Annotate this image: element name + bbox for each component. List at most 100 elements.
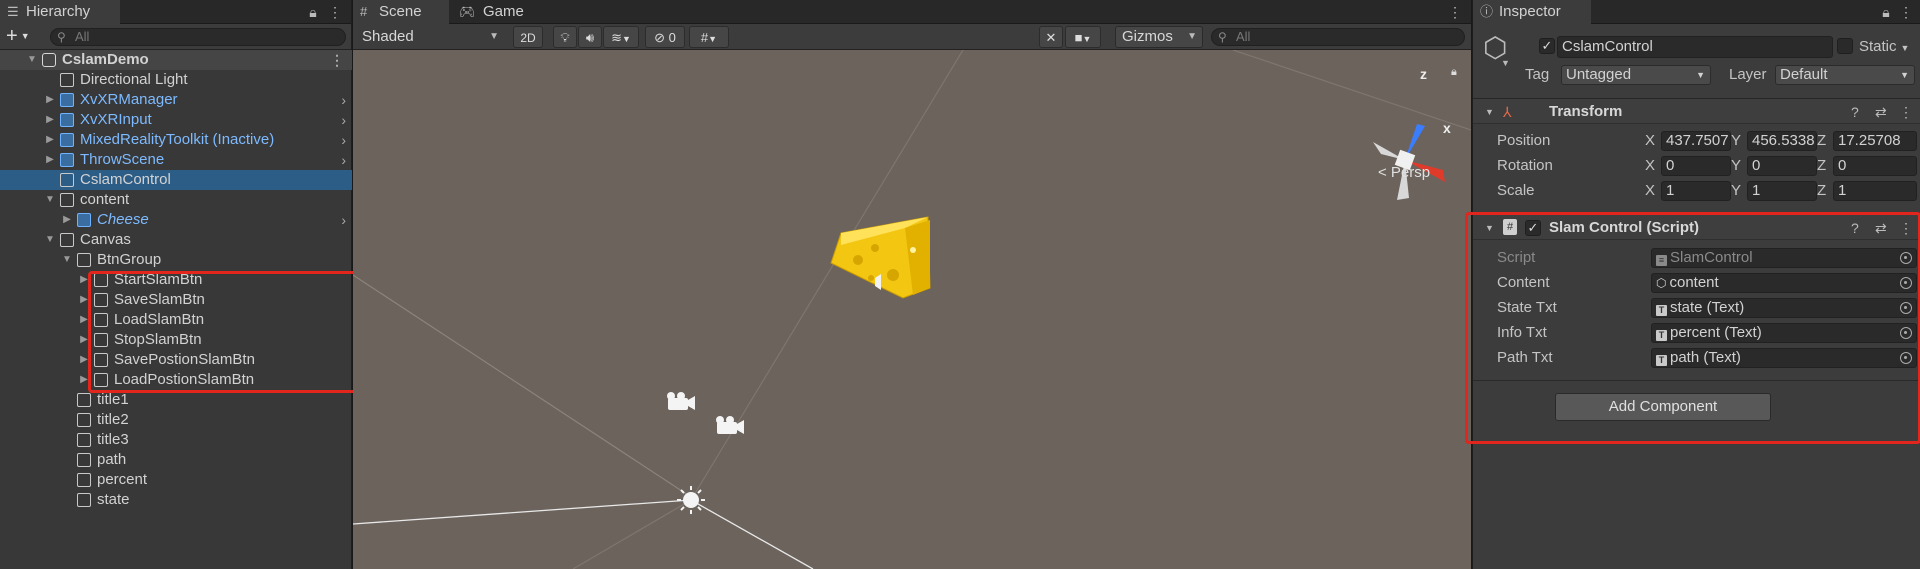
expand-arrow-open-icon[interactable]: ▼: [44, 190, 56, 210]
hierarchy-row[interactable]: ▶ ThrowScene ›: [0, 150, 352, 170]
lighting-icon[interactable]: 💡︎: [553, 26, 577, 48]
shading-dropdown[interactable]: Shaded ▼: [355, 26, 505, 48]
chevron-down-icon[interactable]: ▼: [1501, 58, 1510, 68]
scale-x-field[interactable]: 1: [1661, 181, 1731, 201]
more-menu-icon[interactable]: ⋮: [326, 0, 344, 24]
expand-arrow-open-icon[interactable]: ▼: [44, 230, 56, 250]
lock-icon[interactable]: 🔒︎: [1451, 66, 1457, 79]
position-x-axis-label[interactable]: X: [1645, 131, 1655, 151]
prefab-icon: [60, 153, 74, 167]
transform-header[interactable]: ▼ ⅄ Transform ? ⇄ ⋮: [1473, 98, 1920, 124]
scale-z-field[interactable]: 1: [1833, 181, 1917, 201]
hidden-objects-button[interactable]: ⊘ 0: [645, 26, 685, 48]
hierarchy-row[interactable]: path: [0, 450, 352, 470]
rotation-y-axis-label[interactable]: Y: [1731, 156, 1741, 176]
gizmos-dropdown[interactable]: Gizmos ▼: [1115, 26, 1203, 48]
hierarchy-row[interactable]: state: [0, 490, 352, 510]
chevron-right-icon[interactable]: ›: [341, 110, 346, 130]
tools-icon[interactable]: ✕: [1039, 26, 1063, 48]
tag-dropdown[interactable]: Untagged ▼: [1561, 65, 1711, 85]
scale-z-axis-label[interactable]: Z: [1817, 181, 1826, 201]
scene-view[interactable]: # Scene 🎮︎ Game ⋮ Shaded ▼ 2D 💡︎ 🔊︎ ≋▼ ⊘ …: [353, 0, 1471, 569]
hierarchy-row[interactable]: ▶ XvXRInput ›: [0, 110, 352, 130]
hierarchy-row[interactable]: title3: [0, 430, 352, 450]
scene-tabbar: # Scene 🎮︎ Game ⋮: [353, 0, 1471, 24]
static-dropdown[interactable]: Static ▼: [1859, 37, 1909, 58]
help-icon[interactable]: ?: [1851, 103, 1859, 121]
hierarchy-row[interactable]: ▶ Cheese ›: [0, 210, 352, 230]
chevron-right-icon[interactable]: ›: [341, 90, 346, 110]
hierarchy-row[interactable]: ▼ Canvas: [0, 230, 352, 250]
expand-arrow-closed-icon[interactable]: ▶: [44, 110, 56, 130]
add-button[interactable]: + ▼: [6, 26, 40, 48]
hierarchy-row[interactable]: title1: [0, 390, 352, 410]
camera-dropdown[interactable]: ■▼: [1065, 26, 1101, 48]
inspector-tabbar: ⓘ Inspector 🔒︎ ⋮: [1473, 0, 1920, 24]
expand-arrow-closed-icon[interactable]: ▶: [44, 150, 56, 170]
effects-dropdown[interactable]: ≋▼: [603, 26, 639, 48]
hierarchy-row[interactable]: ▶ XvXRManager ›: [0, 90, 352, 110]
lock-icon[interactable]: 🔒︎: [1877, 0, 1895, 24]
audio-icon[interactable]: 🔊︎: [578, 26, 602, 48]
tab-game[interactable]: 🎮︎ Game: [453, 0, 543, 24]
chevron-right-icon[interactable]: ›: [341, 130, 346, 150]
axis-z-label: z: [1420, 66, 1427, 82]
scene-search-input[interactable]: ⚲ All: [1211, 28, 1465, 46]
tab-inspector[interactable]: ⓘ Inspector: [1473, 0, 1591, 24]
more-menu-icon[interactable]: ⋮: [1446, 0, 1464, 24]
expand-arrow-open-icon[interactable]: ▼: [61, 250, 73, 270]
toggle-2d-button[interactable]: 2D: [513, 26, 543, 48]
hierarchy-search-input[interactable]: ⚲ All: [50, 28, 346, 46]
grid-dropdown[interactable]: #▼: [689, 26, 729, 48]
preset-icon[interactable]: ⇄: [1875, 103, 1887, 121]
tab-scene[interactable]: # Scene: [353, 0, 449, 24]
hierarchy-row[interactable]: ▼ BtnGroup: [0, 250, 352, 270]
position-z-field[interactable]: 17.25708: [1833, 131, 1917, 151]
camera-icon: [667, 392, 744, 434]
rotation-z-axis-label[interactable]: Z: [1817, 156, 1826, 176]
expand-arrow-closed-icon[interactable]: ▶: [61, 210, 73, 230]
position-y-field[interactable]: 456.5338: [1747, 131, 1817, 151]
scale-x-axis-label[interactable]: X: [1645, 181, 1655, 201]
chevron-right-icon[interactable]: ›: [341, 210, 346, 230]
more-menu-icon[interactable]: ⋮: [1897, 0, 1915, 24]
position-y-axis-label[interactable]: Y: [1731, 131, 1741, 151]
active-checkbox[interactable]: ✓: [1539, 38, 1555, 54]
more-menu-icon[interactable]: ⋮: [1899, 103, 1913, 121]
projection-toggle[interactable]: < Persp: [1378, 164, 1430, 181]
expand-arrow-closed-icon[interactable]: ▶: [44, 130, 56, 150]
prefab-icon: [60, 113, 74, 127]
expand-arrow-open-icon[interactable]: ▼: [26, 50, 38, 70]
gameobject-icon: [77, 253, 91, 267]
lock-icon[interactable]: 🔒︎: [304, 0, 322, 24]
chevron-down-icon: ▼: [489, 31, 499, 42]
scale-y-field[interactable]: 1: [1747, 181, 1817, 201]
unity-scene-icon: [42, 53, 56, 67]
rotation-z-field[interactable]: 0: [1833, 156, 1917, 176]
rotation-y-field[interactable]: 0: [1747, 156, 1817, 176]
object-name-field[interactable]: CslamControl: [1557, 36, 1833, 58]
hierarchy-row[interactable]: CslamControl: [0, 170, 352, 190]
hierarchy-row[interactable]: title2: [0, 410, 352, 430]
static-checkbox[interactable]: [1837, 38, 1853, 54]
scene-canvas[interactable]: [353, 50, 1471, 569]
hierarchy-row[interactable]: percent: [0, 470, 352, 490]
more-menu-icon[interactable]: ⋮: [330, 50, 344, 70]
tab-scene-label: Scene: [379, 3, 422, 20]
rotation-x-field[interactable]: 0: [1661, 156, 1731, 176]
chevron-right-icon[interactable]: ›: [341, 150, 346, 170]
position-z-axis-label[interactable]: Z: [1817, 131, 1826, 151]
hierarchy-row[interactable]: Directional Light: [0, 70, 352, 90]
hierarchy-row-label: percent: [97, 471, 148, 488]
position-x-field[interactable]: 437.7507: [1661, 131, 1731, 151]
scale-y-axis-label[interactable]: Y: [1731, 181, 1741, 201]
hierarchy-row[interactable]: ▶ MixedRealityToolkit (Inactive) ›: [0, 130, 352, 150]
scene-root-row[interactable]: ▼ CslamDemo ⋮: [0, 50, 352, 70]
tab-hierarchy[interactable]: ☰ Hierarchy: [0, 0, 120, 24]
rotation-x-axis-label[interactable]: X: [1645, 156, 1655, 176]
chevron-down-icon: ▼: [1900, 70, 1909, 80]
layer-dropdown[interactable]: Default ▼: [1775, 65, 1915, 85]
hierarchy-row[interactable]: ▼ content: [0, 190, 352, 210]
transform-title: Transform: [1549, 103, 1623, 120]
expand-arrow-closed-icon[interactable]: ▶: [44, 90, 56, 110]
